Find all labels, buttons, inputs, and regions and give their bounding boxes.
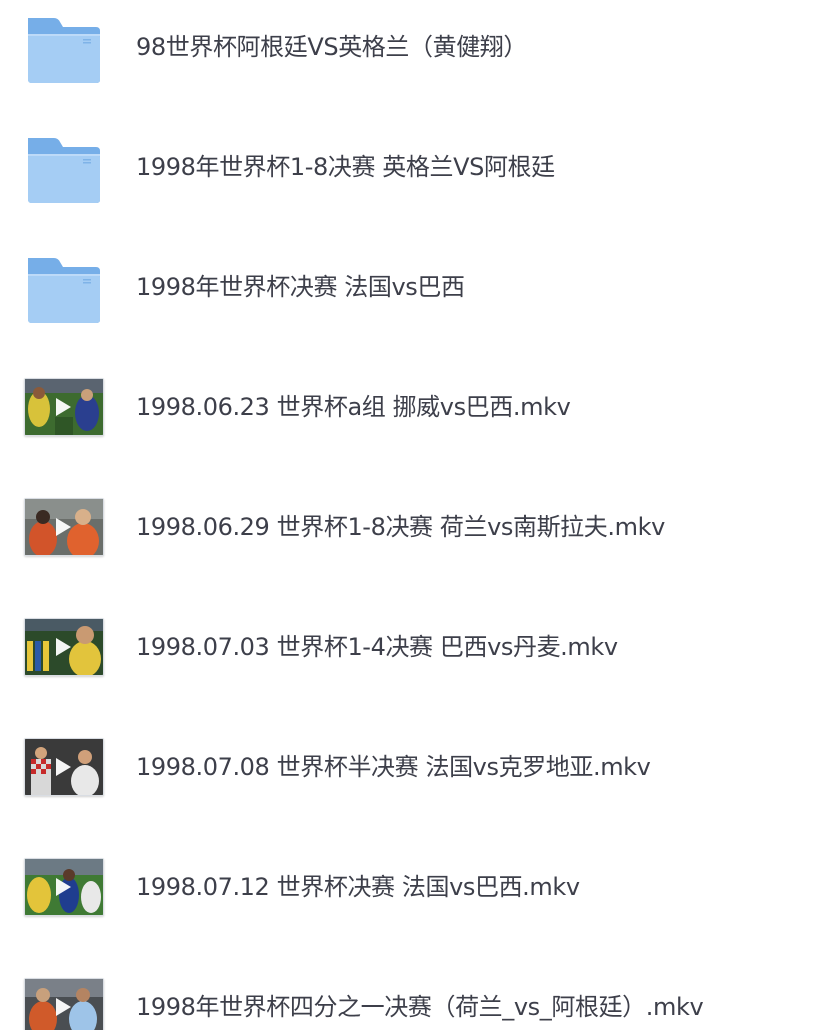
video-thumbnail [24, 738, 104, 796]
play-icon [56, 758, 71, 776]
video-thumbnail [24, 378, 104, 436]
folder-row[interactable]: 1998年世界杯决赛 法国vs巴西 [0, 240, 816, 360]
video-row[interactable]: 1998.06.29 世界杯1-8决赛 荷兰vs南斯拉夫.mkv [0, 480, 816, 600]
file-name: 1998.07.12 世界杯决赛 法国vs巴西.mkv [136, 873, 580, 901]
video-row[interactable]: 1998.06.23 世界杯a组 挪威vs巴西.mkv [0, 360, 816, 480]
play-icon [56, 878, 71, 896]
play-icon [56, 638, 71, 656]
video-row[interactable]: 1998.07.03 世界杯1-4决赛 巴西vs丹麦.mkv [0, 600, 816, 720]
video-thumbnail [24, 978, 104, 1030]
video-row[interactable]: 1998年世界杯四分之一决赛（荷兰_vs_阿根廷）.mkv [0, 960, 816, 1030]
folder-icon [24, 14, 104, 84]
play-icon [56, 398, 71, 416]
file-name: 98世界杯阿根廷VS英格兰（黄健翔） [136, 33, 527, 61]
video-thumbnail [24, 498, 104, 556]
file-name: 1998.06.23 世界杯a组 挪威vs巴西.mkv [136, 393, 571, 421]
play-icon [56, 998, 71, 1016]
video-row[interactable]: 1998.07.08 世界杯半决赛 法国vs克罗地亚.mkv [0, 720, 816, 840]
file-name: 1998年世界杯决赛 法国vs巴西 [136, 273, 465, 301]
file-name: 1998.07.08 世界杯半决赛 法国vs克罗地亚.mkv [136, 753, 651, 781]
video-thumbnail [24, 858, 104, 916]
file-name: 1998.07.03 世界杯1-4决赛 巴西vs丹麦.mkv [136, 633, 618, 661]
folder-row[interactable]: 98世界杯阿根廷VS英格兰（黄健翔） [0, 0, 816, 120]
folder-icon [24, 134, 104, 204]
folder-icon [24, 254, 104, 324]
video-row[interactable]: 1998.07.12 世界杯决赛 法国vs巴西.mkv [0, 840, 816, 960]
video-thumbnail [24, 618, 104, 676]
folder-row[interactable]: 1998年世界杯1-8决赛 英格兰VS阿根廷 [0, 120, 816, 240]
file-name: 1998年世界杯四分之一决赛（荷兰_vs_阿根廷）.mkv [136, 993, 704, 1021]
file-name: 1998.06.29 世界杯1-8决赛 荷兰vs南斯拉夫.mkv [136, 513, 665, 541]
play-icon [56, 518, 71, 536]
file-name: 1998年世界杯1-8决赛 英格兰VS阿根廷 [136, 153, 555, 181]
file-list: 98世界杯阿根廷VS英格兰（黄健翔） 1998年世界杯1-8决赛 英格兰VS阿根… [0, 0, 816, 1030]
